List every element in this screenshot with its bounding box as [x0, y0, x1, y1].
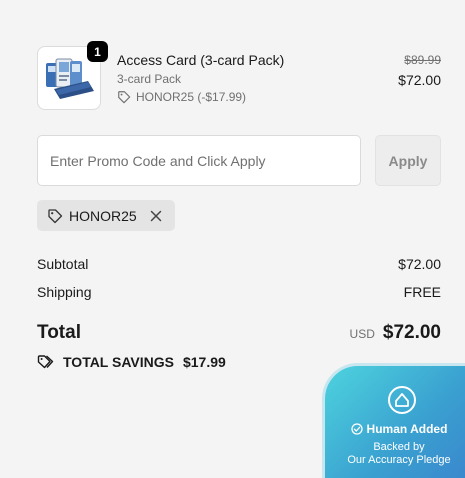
promo-code-input[interactable] — [37, 135, 361, 186]
current-price: $72.00 — [398, 72, 441, 88]
shipping-value: FREE — [403, 284, 441, 300]
line-discount-text: HONOR25 (-$17.99) — [136, 90, 247, 104]
shipping-row: Shipping FREE — [37, 284, 441, 300]
accuracy-pledge-badge[interactable]: Human Added Backed by Our Accuracy Pledg… — [322, 363, 465, 478]
cart-line-item: 1 Access Card (3-card Pack) 3-card Pack … — [37, 41, 441, 110]
product-thumbnail: 1 — [37, 41, 108, 110]
pledge-line-2: Our Accuracy Pledge — [347, 454, 451, 466]
shipping-label: Shipping — [37, 284, 92, 300]
original-price: $89.99 — [404, 53, 441, 67]
total-value: $72.00 — [382, 322, 441, 343]
savings-label: TOTAL SAVINGS — [63, 354, 174, 370]
pledge-subtitle: Backed by Our Accuracy Pledge — [325, 441, 465, 467]
applied-promo-code: HONOR25 — [69, 207, 137, 224]
tag-icon — [118, 91, 131, 104]
total-savings: TOTAL SAVINGS $17.99 — [37, 354, 226, 370]
total-amount-group: USD $72.00 — [350, 322, 441, 344]
access-card-product-image — [46, 58, 94, 99]
line-discount: HONOR25 (-$17.99) — [117, 90, 246, 104]
savings-value: $17.99 — [182, 354, 226, 370]
apply-button[interactable]: Apply — [375, 135, 441, 186]
pledge-line-1: Backed by — [373, 441, 425, 453]
total-label: Total — [37, 322, 81, 343]
tag-icon — [48, 208, 63, 223]
close-icon — [150, 210, 161, 221]
pledge-title-text: Human Added — [366, 422, 448, 436]
total-row: Total USD $72.00 — [37, 322, 441, 344]
quantity-badge: 1 — [87, 41, 108, 62]
shield-logo-icon — [388, 386, 416, 414]
product-variant: 3-card Pack — [117, 72, 182, 86]
remove-promo-button[interactable] — [147, 207, 165, 225]
subtotal-row: Subtotal $72.00 — [37, 256, 441, 272]
subtotal-value: $72.00 — [398, 256, 441, 272]
pledge-title: Human Added — [325, 422, 465, 436]
product-name: Access Card (3-card Pack) — [117, 52, 285, 68]
savings-tag-icon — [37, 355, 54, 369]
subtotal-label: Subtotal — [37, 256, 89, 272]
check-circle-icon — [350, 423, 363, 435]
total-currency: USD — [349, 327, 375, 341]
applied-promo-chip: HONOR25 — [37, 200, 175, 231]
